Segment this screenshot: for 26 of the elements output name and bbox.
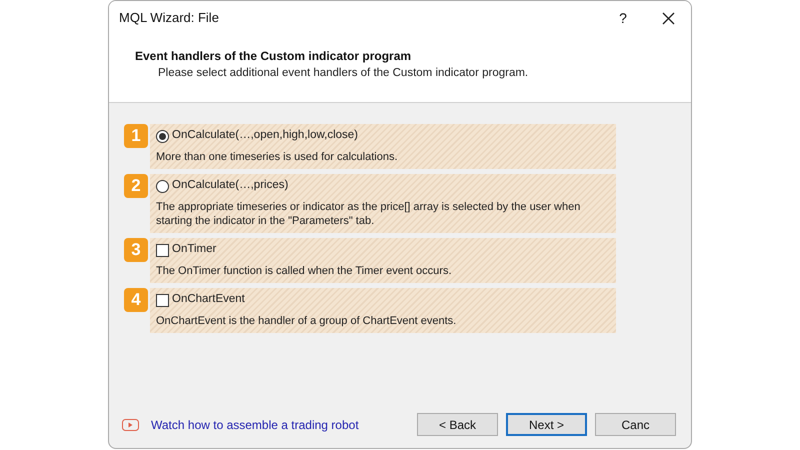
dialog-button[interactable]: Canc	[595, 413, 676, 436]
number-badge: 4	[124, 288, 148, 312]
option-label[interactable]: OnCalculate(…,prices)	[172, 177, 288, 195]
page-heading: Event handlers of the Custom indicator program	[135, 48, 412, 65]
help-button[interactable]: ?	[601, 8, 645, 28]
option-label[interactable]: OnCalculate(…,open,high,low,close)	[172, 127, 358, 145]
option-label[interactable]: OnTimer	[172, 241, 216, 259]
option-description: The appropriate timeseries or indicator as the price[] array is selected by the user when starting the indicator in the "Parameters" tab.	[156, 200, 582, 228]
dialog-button[interactable]: < Back	[417, 413, 498, 436]
option-label[interactable]: OnChartEvent	[172, 291, 245, 309]
dialog-button[interactable]: Next >	[506, 413, 587, 436]
radio-button[interactable]	[156, 130, 169, 142]
number-badge: 2	[124, 174, 148, 198]
number-badge: 3	[124, 238, 148, 262]
checkbox[interactable]	[156, 294, 169, 306]
number-badge: 1	[124, 124, 148, 148]
close-icon	[662, 12, 674, 24]
checkbox[interactable]	[156, 244, 169, 256]
video-icon	[122, 418, 139, 430]
tutorial-link[interactable]: Watch how to assemble a trading robot	[151, 416, 417, 434]
option-description: OnChartEvent is the handler of a group of ChartEvent events.	[156, 314, 458, 328]
radio-button[interactable]	[156, 180, 169, 192]
page-subtitle: Please select additional event handlers of the Custom indicator program.	[158, 66, 530, 81]
window-title: MQL Wizard: File	[119, 9, 220, 28]
option-description: The OnTimer function is called when the Timer event occurs.	[156, 264, 452, 278]
option-description: More than one timeseries is used for calculations.	[156, 150, 399, 164]
